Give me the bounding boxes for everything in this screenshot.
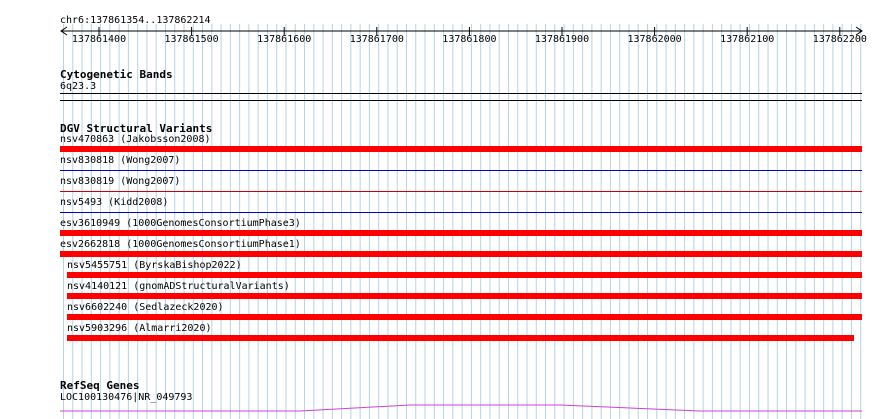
dgv-variant-feature[interactable] [67,335,854,341]
dgv-variant-feature[interactable] [67,314,862,320]
cytoband-line-bottom [60,100,862,101]
ruler-tick-label: 137861500 [164,34,219,45]
ruler-tick-label: 137862200 [812,34,867,45]
ruler-tick-label: 137861400 [71,34,127,45]
cytoband-line-top [60,93,862,94]
refseq-gene-feature[interactable] [0,400,890,419]
cytoband-track-title[interactable]: Cytogenetic Bands [60,68,173,81]
dgv-variant-label[interactable]: esv3610949 (1000GenomesConsortiumPhase3) [60,218,301,230]
dgv-variant-label[interactable]: nsv830819 (Wong2007) [60,176,180,188]
ruler-tick-label: 137861800 [442,34,497,45]
ruler-tick-label: 137862100 [720,34,775,45]
dgv-variant-feature[interactable] [60,251,862,257]
dgv-variant-label[interactable]: nsv470863 (Jakobsson2008) [60,134,211,146]
dgv-variant-feature[interactable] [60,170,862,171]
dgv-variant-feature[interactable] [60,230,862,236]
ruler-tick-label: 137861600 [257,34,312,45]
cytoband-label: 6q23.3 [60,81,97,92]
dgv-variant-label[interactable]: nsv5903296 (Almarri2020) [67,323,212,335]
dgv-variant-feature[interactable] [67,272,862,278]
dgv-variant-feature[interactable] [60,191,862,192]
dgv-variant-feature[interactable] [60,146,862,152]
dgv-variant-label[interactable]: nsv6602240 (Sedlazeck2020) [67,302,224,314]
refseq-track-title[interactable]: RefSeq Genes [60,379,139,392]
ruler-tick-label: 137861700 [349,34,404,45]
dgv-variant-label[interactable]: esv2662818 (1000GenomesConsortiumPhase1) [60,239,301,251]
vertical-grid [63,24,862,419]
dgv-variant-feature[interactable] [67,293,862,299]
dgv-variant-label[interactable]: nsv4140121 (gnomADStructuralVariants) [67,281,290,293]
dgv-variant-label[interactable]: nsv830818 (Wong2007) [60,155,180,167]
dgv-variant-label[interactable]: nsv5455751 (ByrskaBishop2022) [67,260,242,272]
dgv-variant-feature[interactable] [60,212,862,213]
ruler-tick-label: 137861900 [534,34,590,45]
ruler-tick-label: 137862000 [627,34,682,45]
dgv-variant-label[interactable]: nsv5493 (Kidd2008) [60,197,168,209]
